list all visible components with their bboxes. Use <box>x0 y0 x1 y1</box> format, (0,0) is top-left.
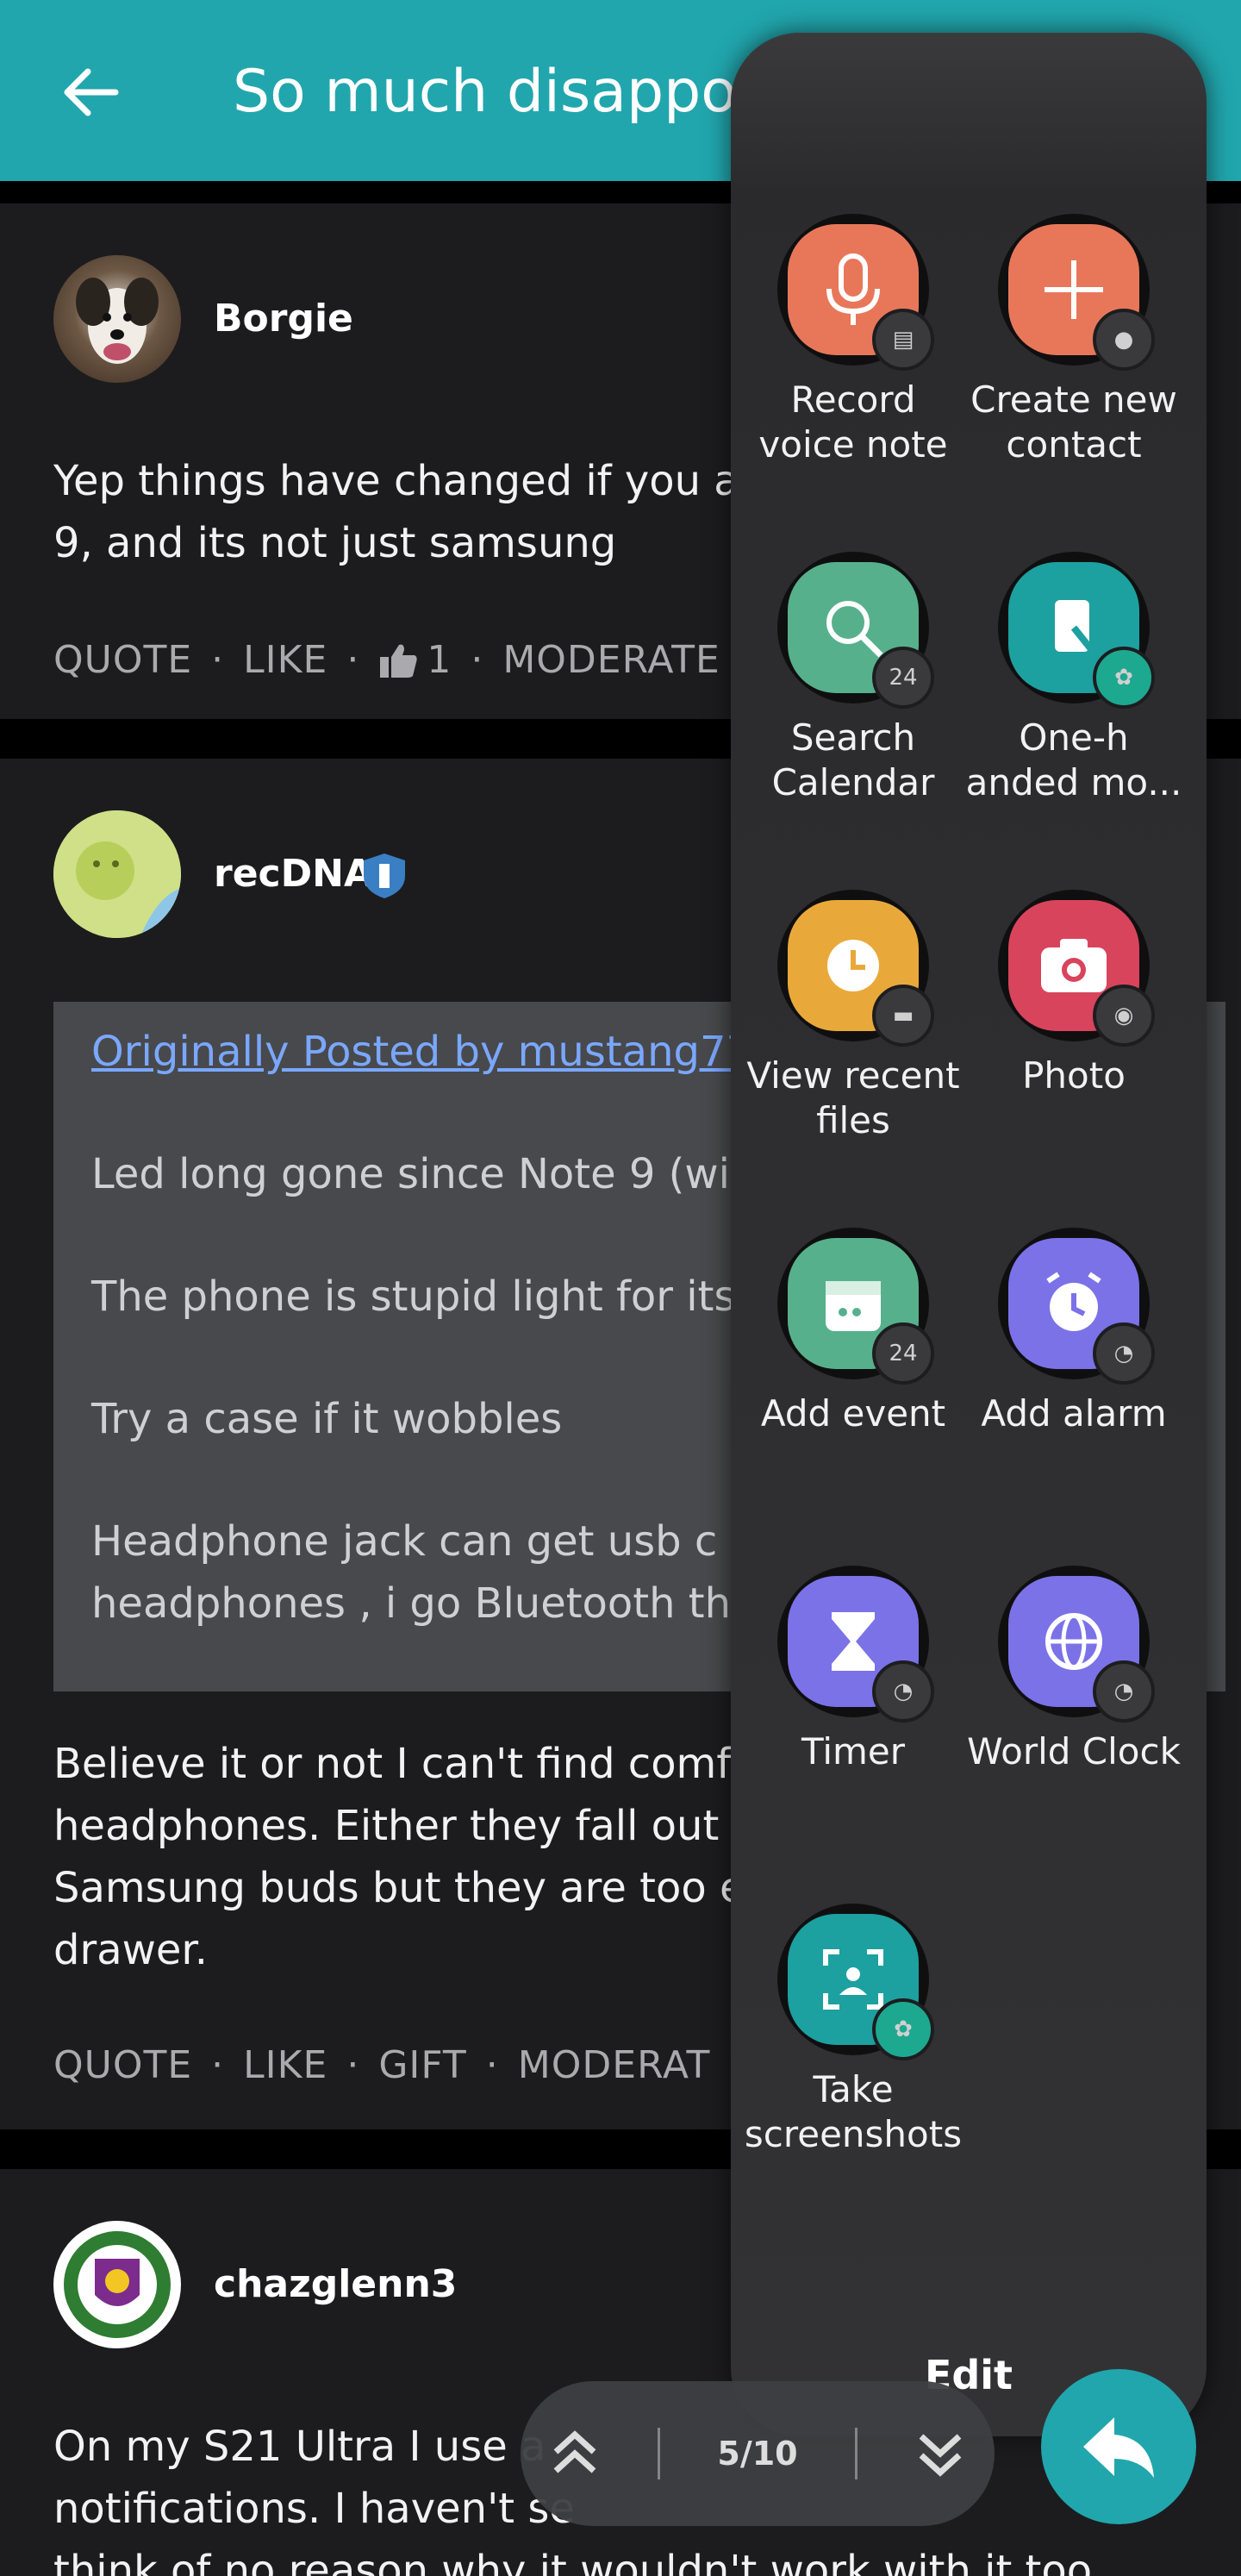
tile-world-clock[interactable]: ◔ World Clock <box>963 1566 1184 1774</box>
like-button[interactable]: LIKE <box>243 2043 327 2087</box>
folder-icon: ▬ <box>872 985 934 1047</box>
quote-line: Try a case if it wobbles <box>91 1395 563 1443</box>
clock-badge-icon: ◔ <box>1093 1322 1155 1385</box>
reply-icon <box>1083 2417 1154 2478</box>
moderate-button[interactable]: MODERAT <box>518 2043 711 2087</box>
quote-line: headphones , i go Bluetooth the <box>91 1579 757 1628</box>
clock-badge-icon: ◔ <box>872 1660 934 1723</box>
tile-timer[interactable]: ◔ Timer <box>743 1566 963 1774</box>
moderator-badge-icon <box>364 853 405 898</box>
clock-icon <box>827 940 879 991</box>
back-button[interactable] <box>52 53 129 131</box>
avatar[interactable] <box>53 2221 181 2348</box>
post-actions: QUOTE · LIKE · 1 · MODERATE <box>53 638 720 682</box>
android-avatar-image <box>53 810 181 938</box>
avatar[interactable] <box>53 810 181 938</box>
username[interactable]: chazglenn3 <box>214 2262 457 2306</box>
gift-button[interactable]: GIFT <box>378 2043 466 2087</box>
post-actions: QUOTE · LIKE · GIFT · MODERAT <box>53 2043 711 2087</box>
plus-icon <box>1045 260 1103 319</box>
like-count: 1 <box>427 638 452 682</box>
quote-line: Led long gone since Note 9 (will <box>91 1150 753 1198</box>
screenshot-icon <box>823 1949 883 2010</box>
tile-search-calendar[interactable]: 24 Search Calendar <box>743 552 963 805</box>
lens-icon: ◉ <box>1093 985 1155 1047</box>
search-icon <box>826 601 883 658</box>
gear-icon: ✿ <box>872 1998 934 2060</box>
globe-icon <box>1045 1613 1102 1670</box>
alarm-icon <box>1046 1272 1101 1331</box>
gear-icon: ✿ <box>1093 647 1155 709</box>
post-text-line: think of no reason why it wouldn't work … <box>53 2547 1093 2576</box>
thumbs-up-icon <box>380 644 417 678</box>
username[interactable]: Borgie <box>214 297 353 341</box>
microphone-icon <box>826 253 880 325</box>
first-page-icon[interactable] <box>549 2429 601 2478</box>
quote-button[interactable]: QUOTE <box>53 638 192 682</box>
like-button[interactable]: LIKE <box>243 638 327 682</box>
calendar-icon <box>826 1281 881 1331</box>
note-icon: ▤ <box>872 309 934 371</box>
hourglass-icon <box>832 1612 875 1671</box>
camera-icon <box>1041 939 1107 992</box>
calendar-badge: 24 <box>872 647 934 709</box>
quote-line: Headphone jack can get usb c de <box>91 1517 783 1566</box>
crest-avatar-image <box>57 2224 178 2345</box>
tile-add-event[interactable]: 24 Add event <box>743 1228 963 1436</box>
tile-create-new-contact[interactable]: ● Create new contact <box>963 214 1184 467</box>
tile-view-recent-files[interactable]: ▬ View recent files <box>743 890 963 1143</box>
last-page-icon[interactable] <box>914 2429 966 2478</box>
quote-button[interactable]: QUOTE <box>53 2043 192 2087</box>
clock-badge-icon: ◔ <box>1093 1660 1155 1723</box>
tile-add-alarm[interactable]: ◔ Add alarm <box>963 1228 1184 1436</box>
edge-panel: ▤ Record voice note ● Create new contact 2… <box>731 33 1207 2436</box>
calendar-badge: 24 <box>872 1322 934 1385</box>
one-hand-icon <box>1055 600 1098 656</box>
panel-handle[interactable] <box>731 33 1207 188</box>
tile-photo[interactable]: ◉ Photo <box>963 890 1184 1098</box>
quote-source-link[interactable]: Originally Posted by mustang77 <box>91 1021 752 1083</box>
person-icon: ● <box>1093 309 1155 371</box>
quote-line: The phone is stupid light for its <box>91 1272 736 1321</box>
page-counter[interactable]: 5/10 <box>717 2435 797 2473</box>
tile-take-screenshots[interactable]: ✿ Take screenshots <box>743 1904 963 2157</box>
reply-button[interactable] <box>1041 2369 1196 2524</box>
arrow-left-icon <box>64 68 119 116</box>
page-navigator: 5/10 <box>521 2381 995 2526</box>
username[interactable]: recDNA <box>214 852 373 896</box>
tile-one-handed-mode[interactable]: ✿ One-h anded mo... <box>963 552 1184 805</box>
moderate-button[interactable]: MODERATE <box>502 638 720 682</box>
avatar[interactable] <box>53 255 181 383</box>
dog-avatar-image <box>76 278 159 364</box>
tile-record-voice-note[interactable]: ▤ Record voice note <box>743 214 963 467</box>
thread-title: So much disappoi <box>233 58 753 126</box>
